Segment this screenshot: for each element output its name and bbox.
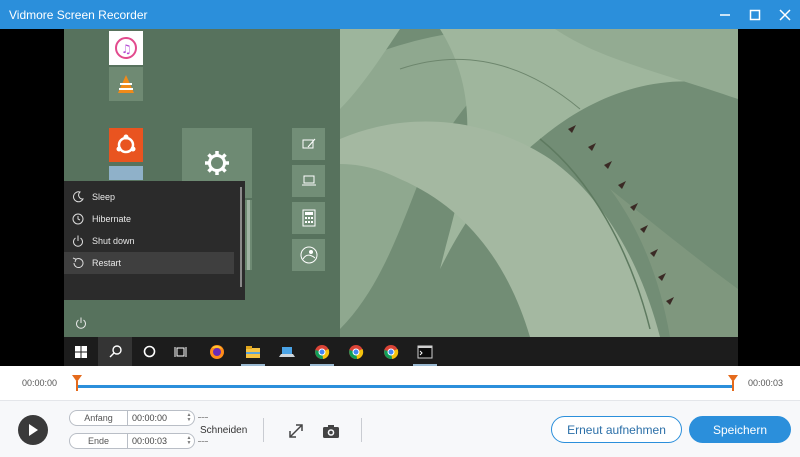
divider bbox=[361, 418, 362, 442]
timeline-end-time: 00:00:03 bbox=[748, 378, 784, 388]
power-menu-scrollbar[interactable] bbox=[240, 187, 242, 287]
cortana-button[interactable] bbox=[132, 337, 166, 366]
window-title: Vidmore Screen Recorder bbox=[9, 7, 148, 22]
search-icon bbox=[109, 345, 122, 358]
tile-laptop[interactable] bbox=[292, 165, 325, 197]
itunes-tile[interactable]: ♫ bbox=[109, 31, 143, 65]
minimize-icon bbox=[720, 13, 730, 16]
play-button[interactable] bbox=[18, 415, 48, 445]
stepper-down-icon[interactable]: ▼ bbox=[187, 418, 192, 423]
taskbar bbox=[64, 337, 738, 366]
taskbar-chrome-1[interactable] bbox=[305, 337, 339, 366]
power-menu-item-restart[interactable]: Restart bbox=[64, 252, 234, 274]
power-icon bbox=[76, 317, 86, 329]
vlc-icon bbox=[118, 75, 134, 93]
video-preview[interactable]: ♫ Sleep Hibernate Shut down Restart bbox=[0, 29, 800, 366]
start-power-button[interactable] bbox=[72, 314, 90, 332]
agave-leaf-image bbox=[340, 29, 738, 337]
timeline-start-time: 00:00:00 bbox=[22, 378, 58, 388]
terminal-icon bbox=[417, 345, 433, 358]
power-menu-label: Shut down bbox=[92, 236, 135, 246]
camera-icon bbox=[323, 424, 339, 438]
power-menu: Sleep Hibernate Shut down Restart bbox=[64, 181, 245, 300]
restart-icon bbox=[64, 257, 92, 269]
start-button[interactable] bbox=[64, 337, 98, 366]
start-time-label: Anfang bbox=[70, 411, 128, 425]
firefox-icon bbox=[210, 344, 224, 359]
fullscreen-button[interactable] bbox=[287, 422, 305, 440]
end-time-stepper[interactable]: ▲ ▼ bbox=[184, 436, 194, 446]
windows-icon bbox=[75, 345, 87, 358]
file-explorer-icon bbox=[246, 345, 260, 358]
gear-icon bbox=[205, 151, 229, 175]
maximize-button[interactable] bbox=[740, 0, 770, 29]
laptop-icon bbox=[279, 346, 295, 357]
divider bbox=[263, 418, 264, 442]
maps-icon bbox=[300, 246, 317, 264]
taskbar-search-button[interactable] bbox=[98, 337, 132, 366]
save-button[interactable]: Speichern bbox=[689, 416, 791, 443]
taskbar-laptop-app[interactable] bbox=[270, 337, 304, 366]
recorded-desktop: ♫ Sleep Hibernate Shut down Restart bbox=[64, 29, 738, 366]
vlc-tile[interactable] bbox=[109, 67, 143, 101]
start-time-value[interactable]: 00:00:00 bbox=[128, 413, 184, 423]
ubuntu-tile[interactable] bbox=[109, 128, 143, 162]
moon-icon bbox=[64, 191, 92, 203]
image-edit-icon bbox=[302, 138, 315, 149]
control-bar: Anfang 00:00:00 ▲ ▼ Ende 00:00:03 ▲ ▼ Schn… bbox=[0, 400, 800, 457]
taskbar-terminal[interactable] bbox=[408, 337, 442, 366]
snapshot-button[interactable] bbox=[322, 422, 340, 440]
app-tile-partial[interactable] bbox=[109, 166, 143, 180]
chrome-icon bbox=[384, 344, 399, 359]
task-view-button[interactable] bbox=[164, 337, 198, 366]
chrome-icon bbox=[315, 344, 330, 359]
cortana-icon bbox=[143, 345, 155, 358]
tile-calculator[interactable] bbox=[292, 202, 325, 234]
taskbar-firefox[interactable] bbox=[200, 337, 234, 366]
end-time-field[interactable]: Ende 00:00:03 ▲ ▼ bbox=[69, 433, 195, 449]
power-menu-label: Hibernate bbox=[92, 214, 132, 224]
timeline: 00:00:00 00:00:03 bbox=[0, 366, 800, 400]
minimize-button[interactable] bbox=[710, 0, 740, 29]
power-menu-label: Restart bbox=[92, 258, 122, 268]
stepper-down-icon[interactable]: ▼ bbox=[187, 441, 192, 446]
scroll-indicator bbox=[247, 200, 250, 270]
wallpaper-image bbox=[340, 29, 738, 337]
end-time-value[interactable]: 00:00:03 bbox=[128, 436, 184, 446]
close-button[interactable] bbox=[770, 0, 800, 29]
taskbar-file-explorer[interactable] bbox=[236, 337, 270, 366]
svg-text:♫: ♫ bbox=[121, 42, 132, 56]
power-menu-label: Sleep bbox=[92, 192, 116, 202]
clock-icon bbox=[64, 213, 92, 225]
calculator-icon bbox=[302, 209, 315, 227]
end-time-label: Ende bbox=[70, 434, 128, 448]
trim-end-line bbox=[732, 381, 734, 391]
ubuntu-icon bbox=[116, 134, 136, 154]
power-icon bbox=[64, 235, 92, 247]
task-view-icon bbox=[174, 346, 187, 357]
bracket-line-top bbox=[198, 417, 208, 418]
start-time-field[interactable]: Anfang 00:00:00 ▲ ▼ bbox=[69, 410, 195, 426]
cut-button[interactable]: Schneiden bbox=[200, 425, 247, 436]
tile-edit[interactable] bbox=[292, 128, 325, 160]
bracket-line-bottom bbox=[198, 441, 208, 442]
trim-start-line bbox=[76, 381, 78, 391]
taskbar-chrome-3[interactable] bbox=[374, 337, 408, 366]
play-icon bbox=[29, 424, 38, 436]
power-menu-item-shutdown[interactable]: Shut down bbox=[64, 230, 234, 252]
chrome-icon bbox=[349, 344, 364, 359]
itunes-icon: ♫ bbox=[115, 37, 137, 59]
start-time-stepper[interactable]: ▲ ▼ bbox=[184, 413, 194, 423]
maximize-icon bbox=[749, 9, 761, 20]
expand-icon bbox=[289, 424, 303, 438]
power-menu-item-hibernate[interactable]: Hibernate bbox=[64, 208, 234, 230]
power-menu-item-sleep[interactable]: Sleep bbox=[64, 186, 234, 208]
timeline-track[interactable] bbox=[76, 385, 734, 388]
title-bar: Vidmore Screen Recorder bbox=[0, 0, 800, 29]
rerecord-button[interactable]: Erneut aufnehmen bbox=[551, 416, 682, 443]
close-icon bbox=[779, 8, 791, 21]
taskbar-chrome-2[interactable] bbox=[339, 337, 373, 366]
tile-maps[interactable] bbox=[292, 239, 325, 271]
laptop-icon bbox=[301, 175, 316, 186]
